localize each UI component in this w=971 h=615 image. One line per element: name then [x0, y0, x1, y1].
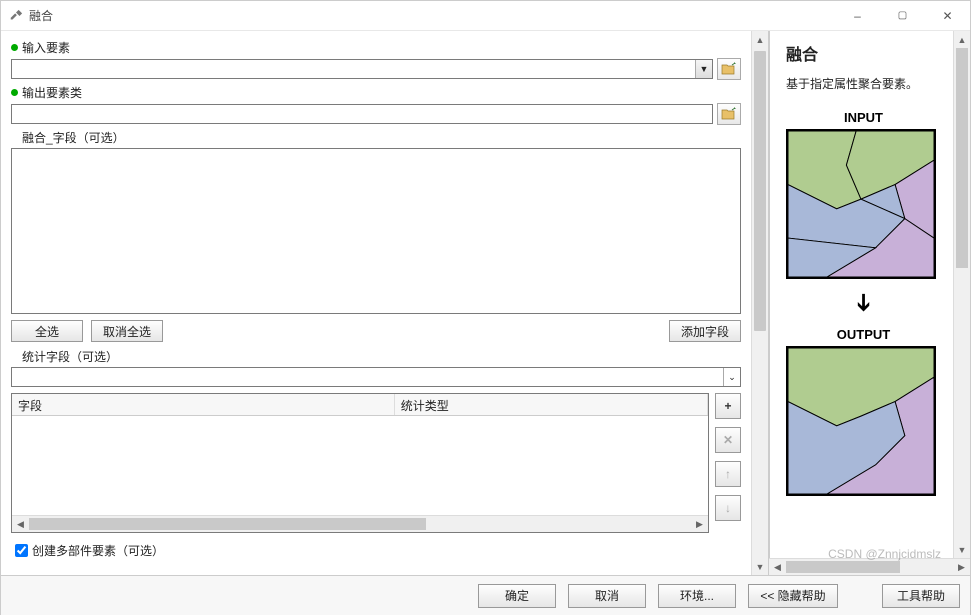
environments-button[interactable]: 环境...: [658, 584, 736, 608]
multipart-checkbox[interactable]: [15, 544, 28, 557]
required-dot-icon: [11, 44, 18, 51]
browse-input-button[interactable]: [717, 58, 741, 80]
add-row-button[interactable]: +: [715, 393, 741, 419]
scroll-thumb[interactable]: [956, 48, 968, 268]
tool-help-button[interactable]: 工具帮助: [882, 584, 960, 608]
scroll-up-icon[interactable]: ▲: [954, 31, 970, 48]
dialog-footer: 确定 取消 环境... << 隐藏帮助 工具帮助: [1, 575, 970, 615]
scroll-left-icon[interactable]: ◀: [12, 519, 29, 530]
horizontal-scrollbar[interactable]: ◀ ▶: [12, 515, 708, 532]
select-all-button[interactable]: 全选: [11, 320, 83, 342]
help-panel: 融合 基于指定属性聚合要素。 INPUT ➔ .arrow-down{trans…: [770, 31, 953, 558]
col-field-header: 字段: [12, 394, 395, 415]
scroll-right-icon[interactable]: ▶: [691, 519, 708, 530]
ok-button[interactable]: 确定: [478, 584, 556, 608]
minimize-button[interactable]: –: [835, 1, 880, 30]
browse-output-button[interactable]: [717, 103, 741, 125]
hide-help-button[interactable]: << 隐藏帮助: [748, 584, 838, 608]
add-field-button[interactable]: 添加字段: [669, 320, 741, 342]
input-features-combo[interactable]: ▼: [11, 59, 713, 79]
output-class-input[interactable]: [11, 104, 713, 124]
stats-field-combo[interactable]: ⌄: [11, 367, 741, 387]
maximize-button[interactable]: ▢: [880, 1, 925, 30]
x-icon: ✕: [723, 433, 733, 447]
col-stat-header: 统计类型: [395, 394, 708, 415]
scroll-right-icon[interactable]: ▶: [953, 562, 970, 573]
input-features-label: 输入要素: [22, 39, 70, 56]
plus-icon: +: [724, 399, 731, 413]
scroll-thumb[interactable]: [29, 518, 426, 530]
folder-open-icon: [721, 62, 737, 76]
close-button[interactable]: ✕: [925, 1, 970, 30]
dropdown-icon[interactable]: ⌄: [723, 368, 740, 386]
scroll-left-icon[interactable]: ◀: [769, 562, 786, 573]
required-dot-icon: [11, 89, 18, 96]
scroll-up-icon[interactable]: ▲: [752, 31, 768, 48]
help-description: 基于指定属性聚合要素。: [786, 75, 941, 92]
help-title: 融合: [786, 41, 941, 65]
arrow-up-icon: ↑: [725, 467, 731, 481]
stats-table[interactable]: 字段 统计类型 ◀ ▶: [11, 393, 709, 533]
output-class-label: 输出要素类: [22, 84, 82, 101]
move-down-button[interactable]: ↓: [715, 495, 741, 521]
help-horizontal-scrollbar[interactable]: ◀ ▶: [769, 558, 970, 575]
scroll-thumb[interactable]: [754, 51, 766, 331]
diagram-input-label: INPUT: [786, 110, 941, 125]
arrow-down-icon: ➔: [849, 225, 878, 380]
stats-field-label: 统计字段（可选）: [22, 348, 118, 365]
scroll-down-icon[interactable]: ▼: [752, 558, 768, 575]
hammer-icon: [9, 9, 23, 23]
deselect-all-button[interactable]: 取消全选: [91, 320, 163, 342]
cancel-button[interactable]: 取消: [568, 584, 646, 608]
window-title: 融合: [29, 7, 835, 24]
dissolve-fields-list[interactable]: [11, 148, 741, 314]
move-up-button[interactable]: ↑: [715, 461, 741, 487]
parameter-form: 输入要素 ▼ 输出要素类 融合_字段: [1, 31, 751, 575]
help-vertical-scrollbar[interactable]: ▲ ▼: [953, 31, 970, 558]
arrow-down-icon: ↓: [725, 501, 731, 515]
vertical-scrollbar[interactable]: ▲ ▼: [751, 31, 768, 575]
stats-field-input[interactable]: [12, 368, 723, 386]
title-bar: 融合 – ▢ ✕: [1, 1, 970, 31]
folder-open-icon: [721, 107, 737, 121]
dropdown-icon[interactable]: ▼: [695, 60, 712, 78]
dissolve-fields-label: 融合_字段（可选）: [22, 129, 125, 146]
scroll-thumb[interactable]: [786, 561, 900, 573]
remove-row-button[interactable]: ✕: [715, 427, 741, 453]
scroll-down-icon[interactable]: ▼: [954, 541, 970, 558]
input-features-input[interactable]: [12, 60, 695, 78]
multipart-label: 创建多部件要素（可选）: [32, 543, 164, 557]
